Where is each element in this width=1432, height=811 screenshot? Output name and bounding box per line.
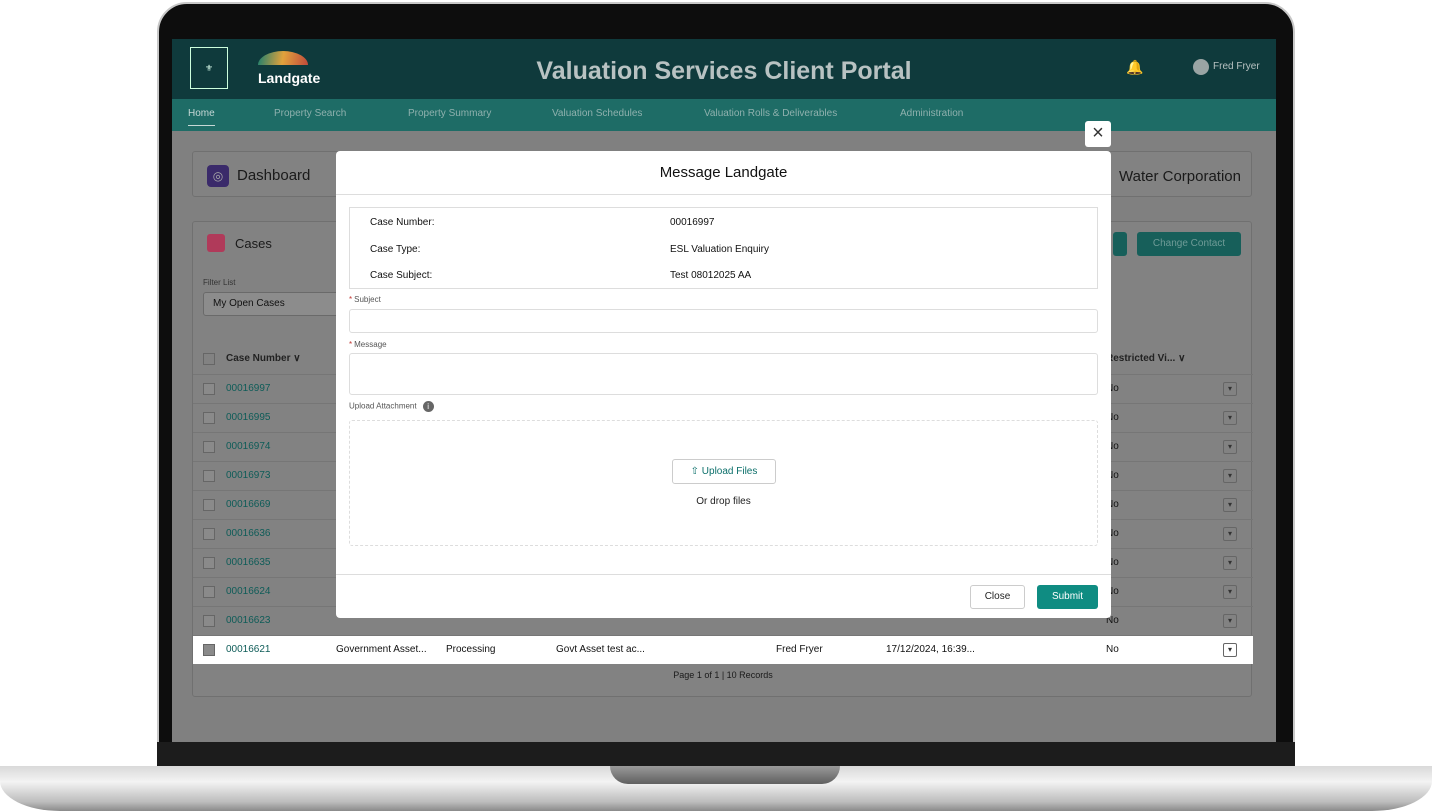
subject-label-text: Subject: [354, 295, 381, 304]
subject-input[interactable]: [349, 309, 1098, 333]
case-subject-label: Case Subject:: [370, 270, 433, 281]
case-number-link[interactable]: 00016635: [226, 557, 271, 568]
submit-button[interactable]: Submit: [1037, 585, 1098, 609]
select-all-checkbox[interactable]: [203, 353, 215, 365]
upload-icon: ⇧: [690, 466, 699, 477]
close-icon[interactable]: ×: [1085, 121, 1111, 147]
row-checkbox[interactable]: [203, 499, 215, 511]
pager: Page 1 of 1 | 10 Records: [673, 670, 773, 680]
case-number-link[interactable]: 00016621: [226, 644, 271, 655]
nav-valuation-rolls[interactable]: Valuation Rolls & Deliverables: [704, 108, 837, 119]
row-actions-chevron-icon[interactable]: ▾: [1223, 643, 1237, 657]
close-button[interactable]: Close: [970, 585, 1025, 609]
filter-select[interactable]: My Open Cases: [203, 292, 353, 316]
nav-administration[interactable]: Administration: [900, 108, 963, 119]
table-row[interactable]: 00016621 No ▾ Government Asset... Processing…: [193, 635, 1253, 664]
column-restricted-label: Restricted Vi...: [1106, 353, 1176, 364]
row-actions-chevron-icon[interactable]: ▾: [1223, 498, 1237, 512]
chevron-down-icon[interactable]: ∨: [293, 353, 300, 364]
dashboard-title: Dashboard: [237, 167, 311, 184]
row-checkbox[interactable]: [203, 470, 215, 482]
required-marker: *: [349, 340, 353, 349]
row-actions-chevron-icon[interactable]: ▾: [1223, 469, 1237, 483]
nav-property-search[interactable]: Property Search: [274, 108, 346, 119]
date-cell: 17/12/2024, 16:39...: [886, 644, 975, 655]
row-checkbox[interactable]: [203, 586, 215, 598]
modal-title: Message Landgate: [336, 151, 1111, 195]
bell-icon[interactable]: 🔔: [1126, 59, 1143, 75]
contact-cell: Fred Fryer: [776, 644, 823, 655]
row-checkbox[interactable]: [203, 528, 215, 540]
message-textarea[interactable]: [349, 353, 1098, 395]
row-checkbox[interactable]: [203, 557, 215, 569]
new-case-button[interactable]: [1113, 232, 1127, 256]
case-number-link[interactable]: 00016974: [226, 441, 271, 452]
avatar[interactable]: [1193, 59, 1209, 75]
row-actions-chevron-icon[interactable]: ▾: [1223, 440, 1237, 454]
case-number-link[interactable]: 00016669: [226, 499, 271, 510]
required-marker: *: [349, 295, 353, 304]
case-type-label: Case Type:: [370, 244, 421, 255]
case-number-value: 00016997: [670, 217, 715, 228]
case-info-box: Case Number: 00016997 Case Type: ESL Val…: [349, 207, 1098, 289]
drop-files-text: Or drop files: [696, 496, 751, 507]
filter-label: Filter List: [203, 278, 236, 287]
screen: ⚜ Landgate Valuation Services Client Por…: [172, 39, 1276, 742]
modal-footer: Close Submit: [336, 574, 1111, 618]
row-checkbox[interactable]: [203, 644, 215, 656]
row-actions-chevron-icon[interactable]: ▾: [1223, 411, 1237, 425]
row-checkbox[interactable]: [203, 441, 215, 453]
nav-home[interactable]: Home: [188, 108, 215, 126]
subject-label: * Subject: [349, 295, 381, 304]
column-case-number-label: Case Number: [226, 353, 291, 364]
row-actions-chevron-icon[interactable]: ▾: [1223, 614, 1237, 628]
organisation-name: Water Corporation: [1119, 168, 1241, 185]
cases-title: Cases: [235, 236, 272, 251]
dashboard-icon: ◎: [207, 165, 229, 187]
row-actions-chevron-icon[interactable]: ▾: [1223, 527, 1237, 541]
case-number-link[interactable]: 00016995: [226, 412, 271, 423]
case-type-cell: Government Asset...: [336, 644, 427, 655]
info-icon[interactable]: i: [422, 401, 434, 412]
case-number-link[interactable]: 00016973: [226, 470, 271, 481]
message-modal: Message Landgate Case Number: 00016997 C…: [336, 151, 1111, 618]
change-contact-button[interactable]: Change Contact: [1137, 232, 1241, 256]
upload-files-button[interactable]: ⇧ Upload Files: [672, 459, 776, 484]
case-subject-value: Test 08012025 AA: [670, 270, 752, 281]
row-actions-chevron-icon[interactable]: ▾: [1223, 382, 1237, 396]
user-name[interactable]: Fred Fryer: [1213, 61, 1260, 72]
column-restricted[interactable]: Restricted Vi... ∨: [1106, 353, 1185, 364]
case-number-link[interactable]: 00016624: [226, 586, 271, 597]
case-number-label: Case Number:: [370, 217, 435, 228]
case-number-link[interactable]: 00016997: [226, 383, 271, 394]
case-number-link[interactable]: 00016636: [226, 528, 271, 539]
upload-attachment-text: Upload Attachment: [349, 401, 417, 411]
row-checkbox[interactable]: [203, 615, 215, 627]
message-label: * Message: [349, 340, 387, 349]
upload-attachment-label: Upload Attachment i: [349, 401, 434, 412]
column-case-number[interactable]: Case Number ∨: [226, 353, 301, 364]
case-type-value: ESL Valuation Enquiry: [670, 244, 769, 255]
message-label-text: Message: [354, 340, 387, 349]
nav-property-summary[interactable]: Property Summary: [408, 108, 491, 119]
subject-cell: Govt Asset test ac...: [556, 644, 645, 655]
row-checkbox[interactable]: [203, 412, 215, 424]
restricted-value: No: [1106, 644, 1119, 655]
laptop-notch: [610, 766, 840, 784]
case-number-link[interactable]: 00016623: [226, 615, 271, 626]
row-actions-chevron-icon[interactable]: ▾: [1223, 556, 1237, 570]
upload-files-label: Upload Files: [701, 466, 758, 477]
chevron-down-icon[interactable]: ∨: [1178, 353, 1185, 364]
portal-header: ⚜ Landgate Valuation Services Client Por…: [172, 39, 1276, 99]
cases-icon: [207, 234, 225, 252]
nav-valuation-schedules[interactable]: Valuation Schedules: [552, 108, 642, 119]
file-drop-zone[interactable]: ⇧ Upload Files Or drop files: [349, 420, 1098, 546]
status-cell: Processing: [446, 644, 496, 655]
portal-title: Valuation Services Client Portal: [536, 57, 912, 85]
row-checkbox[interactable]: [203, 383, 215, 395]
row-actions-chevron-icon[interactable]: ▾: [1223, 585, 1237, 599]
